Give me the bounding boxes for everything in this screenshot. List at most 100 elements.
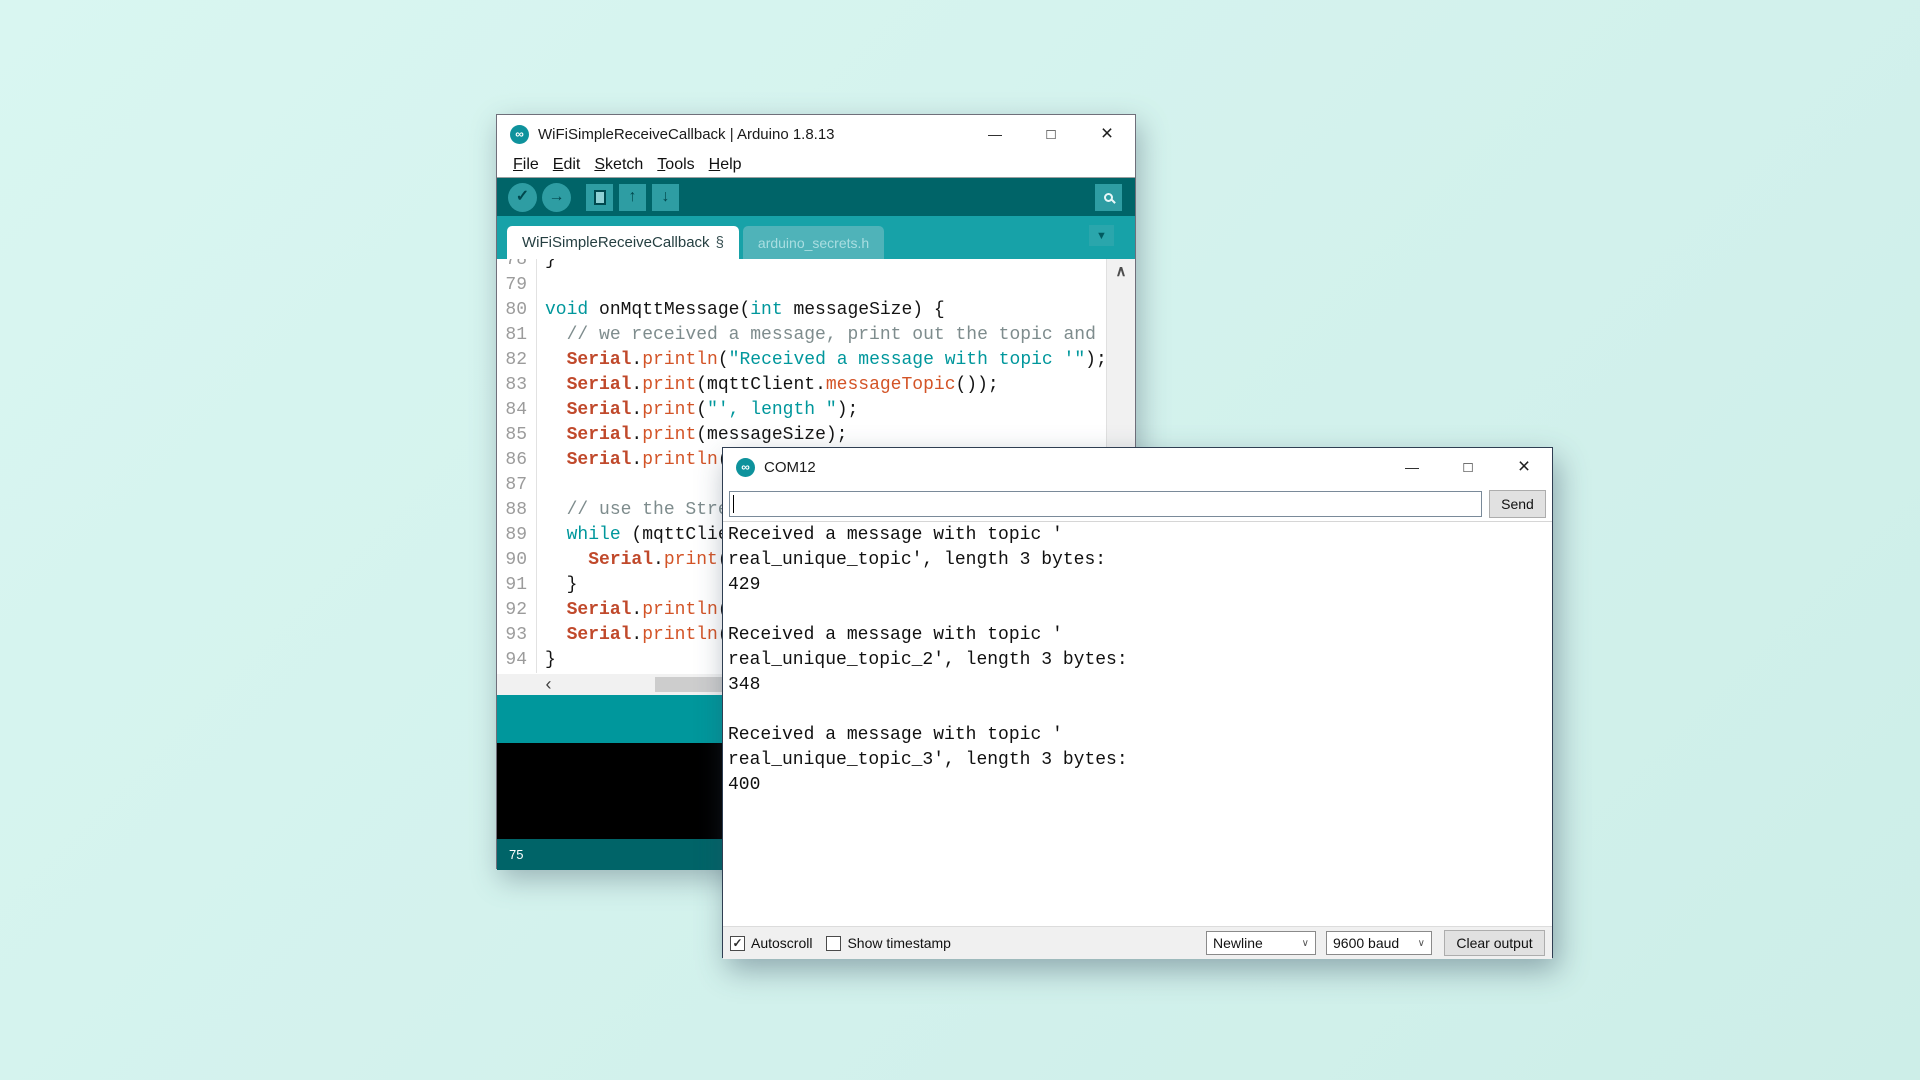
code-text: // use the Stre [537,498,729,523]
code-text: while (mqttClie [537,523,729,548]
autoscroll-checkbox[interactable]: ✓ [730,936,745,951]
serial-window-title: COM12 [764,459,816,476]
line-number: 92 [497,598,537,623]
tab-list-dropdown-button[interactable]: ▼ [1089,225,1114,246]
serial-output-line [728,698,1552,723]
check-icon: ✓ [516,189,529,205]
maximize-icon[interactable]: □ [1023,115,1079,153]
ide-toolbar: ✓ → ↑ ↓ [497,178,1135,216]
code-text: Serial.print( [537,548,729,573]
code-text: Serial.println( [537,448,729,473]
show-timestamp-label: Show timestamp [847,935,950,951]
serial-send-row: Send [723,486,1552,522]
upload-button[interactable]: → [542,183,571,212]
line-number: 81 [497,323,537,348]
baud-rate-value: 9600 baud [1333,935,1399,951]
menu-sketch[interactable]: Sketch [587,156,650,174]
text-caret [733,495,734,513]
menu-edit[interactable]: Edit [546,156,588,174]
code-line: 82 Serial.println("Received a message wi… [497,348,1135,373]
line-ending-value: Newline [1213,935,1263,951]
code-text: } [537,573,577,598]
tab-wifisimplereceivecallback[interactable]: WiFiSimpleReceiveCallback § [507,226,739,259]
send-button[interactable]: Send [1489,490,1546,518]
autoscroll-label: Autoscroll [751,935,812,951]
arduino-logo-icon: ∞ [510,125,529,144]
line-number: 87 [497,473,537,498]
new-sketch-button[interactable] [586,184,613,211]
ide-menu-bar: FileEditSketchToolsHelp [497,153,1135,178]
serial-title-bar: ∞ COM12 — □ × [723,448,1552,486]
tab-label: WiFiSimpleReceiveCallback [522,234,710,251]
code-text [537,273,545,298]
serial-output-line: Received a message with topic ' [728,623,1552,648]
line-number: 93 [497,623,537,648]
line-number: 89 [497,523,537,548]
code-line: 78} [497,259,1135,273]
up-arrow-icon: ↑ [629,189,637,205]
down-arrow-icon: ↓ [662,189,670,205]
code-text: } [537,648,556,673]
code-text: Serial.print(messageSize); [537,423,847,448]
code-line: 80void onMqttMessage(int messageSize) { [497,298,1135,323]
line-number: 90 [497,548,537,573]
serial-bottom-bar: ✓ Autoscroll Show timestamp Newline ∨ 96… [723,926,1552,959]
ide-window-controls: — □ × [967,115,1135,153]
line-number: 86 [497,448,537,473]
serial-monitor-button[interactable] [1095,184,1122,211]
chevron-down-icon: ▼ [1096,230,1107,242]
minimize-icon[interactable]: — [967,115,1023,153]
serial-output-line: Received a message with topic ' [728,723,1552,748]
code-line: 81 // we received a message, print out t… [497,323,1135,348]
tab-modified-marker: § [716,234,724,251]
clear-output-button[interactable]: Clear output [1444,930,1545,956]
menu-file[interactable]: File [506,156,546,174]
minimize-icon[interactable]: — [1384,448,1440,486]
code-line: 84 Serial.print("', length "); [497,398,1135,423]
line-number: 78 [497,259,537,273]
code-text: Serial.print("', length "); [537,398,858,423]
ide-title-bar: ∞ WiFiSimpleReceiveCallback | Arduino 1.… [497,115,1135,153]
ide-window-title: WiFiSimpleReceiveCallback | Arduino 1.8.… [538,126,835,143]
baud-rate-select[interactable]: 9600 baud ∨ [1326,931,1432,955]
serial-input-field[interactable] [729,491,1482,517]
close-icon[interactable]: × [1496,448,1552,486]
chevron-down-icon: ∨ [1302,938,1309,949]
tab-label: arduino_secrets.h [758,235,869,251]
code-line: 85 Serial.print(messageSize); [497,423,1135,448]
serial-output-area[interactable]: Received a message with topic 'real_uniq… [723,522,1552,926]
serial-output-line [728,598,1552,623]
show-timestamp-checkbox[interactable] [826,936,841,951]
serial-window-controls: — □ × [1384,448,1552,486]
maximize-icon[interactable]: □ [1440,448,1496,486]
line-number: 91 [497,573,537,598]
serial-output-line: 400 [728,773,1552,798]
serial-output-line: real_unique_topic', length 3 bytes: [728,548,1552,573]
document-icon [594,190,606,205]
line-number: 83 [497,373,537,398]
scroll-left-icon[interactable]: ‹ [538,674,559,695]
code-text: Serial.println( [537,623,729,648]
chevron-down-icon: ∨ [1418,938,1425,949]
menu-help[interactable]: Help [702,156,749,174]
close-icon[interactable]: × [1079,115,1135,153]
code-text: } [537,259,556,273]
line-number: 88 [497,498,537,523]
line-number: 79 [497,273,537,298]
serial-output-line: real_unique_topic_3', length 3 bytes: [728,748,1552,773]
open-sketch-button[interactable]: ↑ [619,184,646,211]
line-number: 82 [497,348,537,373]
arduino-logo-icon: ∞ [736,458,755,477]
code-text: Serial.println("Received a message with … [537,348,1107,373]
line-number: 94 [497,648,537,673]
line-ending-select[interactable]: Newline ∨ [1206,931,1316,955]
tab-arduino-secrets-h[interactable]: arduino_secrets.h [743,226,884,259]
code-line: 83 Serial.print(mqttClient.messageTopic(… [497,373,1135,398]
code-line: 79 [497,273,1135,298]
save-sketch-button[interactable]: ↓ [652,184,679,211]
serial-output-line: real_unique_topic_2', length 3 bytes: [728,648,1552,673]
verify-button[interactable]: ✓ [508,183,537,212]
serial-output-line: 429 [728,573,1552,598]
code-text: // we received a message, print out the … [537,323,1118,348]
menu-tools[interactable]: Tools [650,156,701,174]
